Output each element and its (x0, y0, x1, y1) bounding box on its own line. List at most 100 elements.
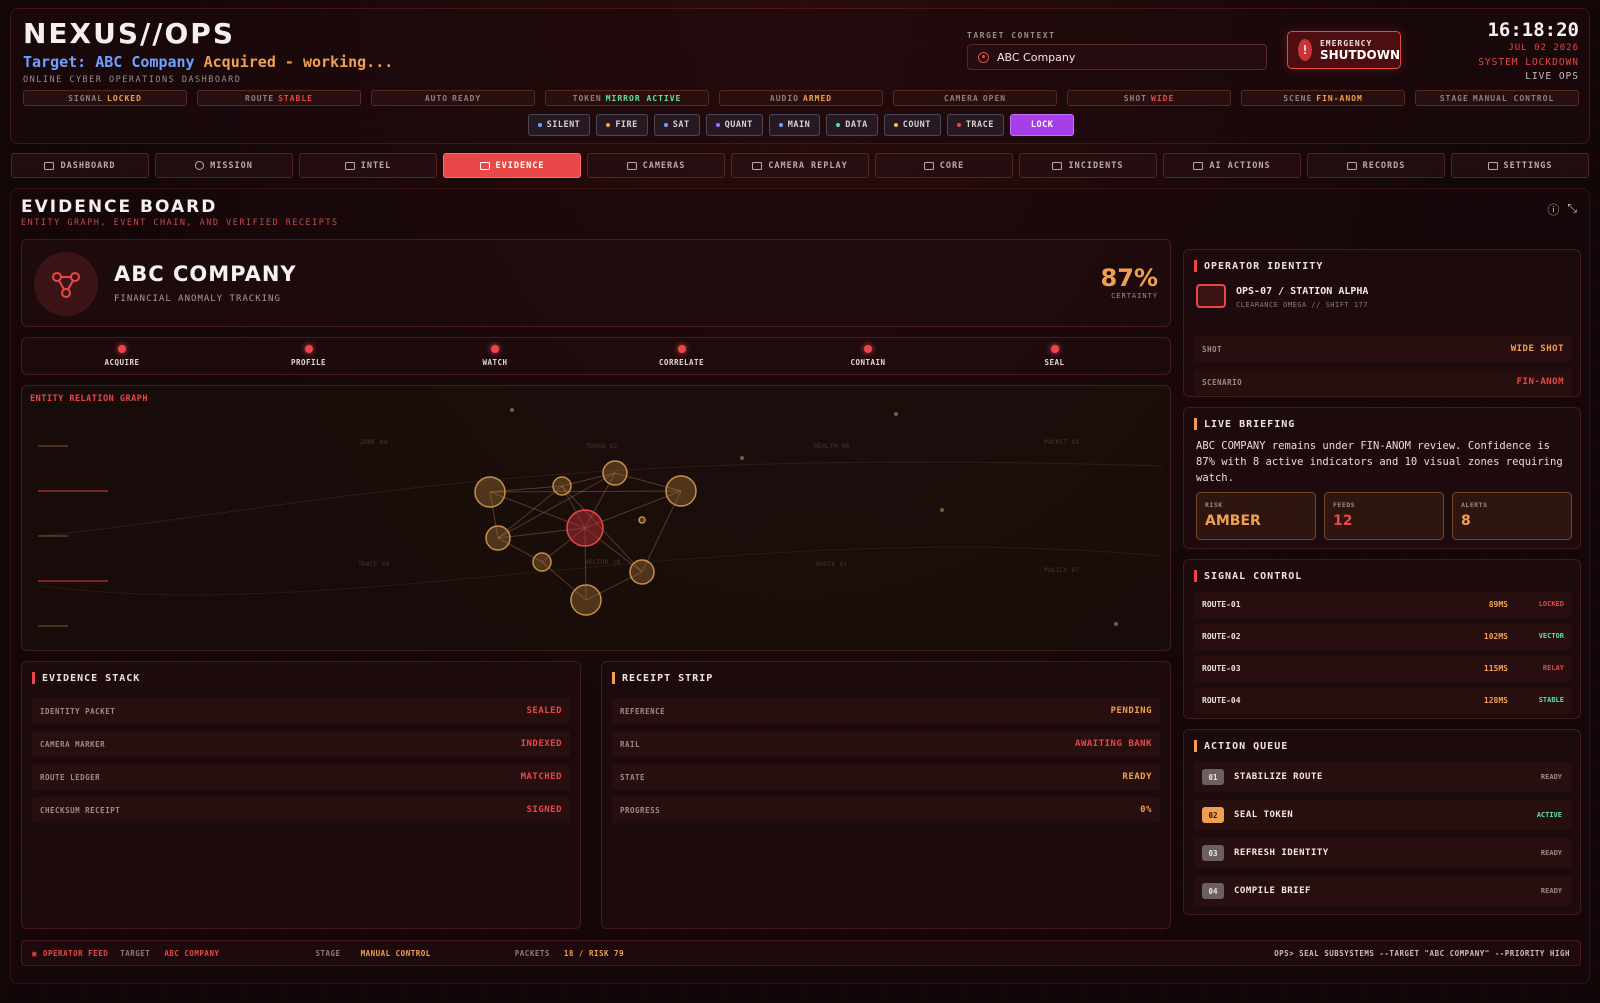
receipt-row-status: READY (1122, 772, 1152, 782)
certainty-readout: 87% CERTAINTY (1101, 264, 1158, 300)
queue-item-number: 04 (1202, 883, 1224, 899)
mode-button-fire[interactable]: FIRE (596, 114, 648, 136)
status-chip-key: ROUTE (245, 93, 275, 103)
tab-mission[interactable]: MISSION (155, 153, 293, 178)
route-latency: 115MS (1483, 664, 1508, 673)
route-row-route-02[interactable]: ROUTE-02 102MS VECTOR (1194, 624, 1572, 650)
tab-label: DASHBOARD (60, 160, 116, 171)
emergency-shutdown-button[interactable]: ! EMERGENCY SHUTDOWN (1287, 31, 1401, 69)
status-chip-key: SHOT (1123, 93, 1147, 103)
graph-zone-label: VECTOR 18 (585, 558, 620, 566)
live-ops-status: LIVE OPS (1525, 71, 1579, 82)
queue-item-number: 03 (1202, 845, 1224, 861)
status-chip-key: TOKEN (572, 93, 602, 103)
id-card-icon (1196, 284, 1226, 308)
briefing-text: ABC COMPANY remains under FIN-ANOM revie… (1196, 440, 1563, 484)
mode-button-count[interactable]: COUNT (883, 114, 941, 136)
queue-item-status: READY (1540, 887, 1562, 895)
mode-button-lock[interactable]: LOCK (1009, 114, 1075, 136)
info-icon[interactable]: ⓘ (1547, 201, 1559, 218)
receipt-row: REFERENCE PENDING (612, 698, 1160, 724)
operator-identity-title: OPERATOR IDENTITY (1204, 260, 1324, 272)
tab-core[interactable]: CORE (875, 153, 1013, 178)
status-chip-key: SIGNAL (68, 93, 103, 103)
queue-item[interactable]: 03 REFRESH IDENTITY READY (1194, 838, 1572, 868)
receipt-row: STATE READY (612, 764, 1160, 790)
tab-label: AI ACTIONS (1209, 160, 1271, 171)
shield-icon (1193, 161, 1204, 170)
step-label: WATCH (482, 358, 508, 367)
briefing-tiles: RISK AMBER FEEDS 12 ALERTS 8 (1196, 492, 1572, 540)
section-marker (1194, 418, 1197, 430)
mode-button-sat[interactable]: SAT (653, 114, 700, 136)
evidence-row-status: SEALED (526, 706, 562, 716)
route-row-route-04[interactable]: ROUTE-04 128MS STABLE (1194, 688, 1572, 714)
live-briefing-header: LIVE BRIEFING (1194, 418, 1295, 430)
status-chip-row: SIGNAL LOCKED ROUTE STABLE AUTO READY TOKEN MIR… (23, 90, 1579, 106)
top-header: NEXUS//OPS Target: ABC Company Acquired … (10, 8, 1590, 144)
graph-trace-line (41, 546, 1163, 596)
queue-item[interactable]: 02 SEAL TOKEN ACTIVE (1194, 800, 1572, 830)
status-chip-key: CAMERA (943, 93, 979, 103)
tab-camera-replay[interactable]: CAMERA REPLAY (731, 153, 869, 178)
status-dot-icon (537, 123, 542, 127)
tab-label: INTEL (360, 160, 392, 171)
tab-cameras[interactable]: CAMERAS (587, 153, 725, 178)
tab-label: CAMERA REPLAY (768, 160, 848, 171)
mode-button-silent[interactable]: SILENT (527, 114, 591, 136)
route-status: VECTOR (1538, 632, 1564, 640)
evidence-row-status: MATCHED (520, 772, 562, 782)
expand-icon[interactable]: ⤡ (1567, 201, 1577, 218)
step-label: PROFILE (290, 358, 327, 367)
tab-label: EVIDENCE (495, 160, 545, 171)
step-indicator (1050, 345, 1059, 353)
graph-node (552, 476, 572, 496)
mode-button-trace[interactable]: TRACE (946, 114, 1004, 136)
tab-ai-actions[interactable]: AI ACTIONS (1163, 153, 1301, 178)
mode-button-data[interactable]: DATA (826, 114, 878, 136)
tab-incidents[interactable]: INCIDENTS (1019, 153, 1157, 178)
queue-item-status: READY (1540, 773, 1562, 781)
tab-intel[interactable]: INTEL (299, 153, 437, 178)
sliders-icon (1487, 161, 1498, 170)
target-context-input[interactable]: ABC Company (967, 44, 1267, 70)
receipt-row-key: PROGRESS (620, 805, 661, 815)
step-label: CORRELATE (658, 358, 705, 367)
queue-item[interactable]: 01 STABILIZE ROUTE READY (1194, 762, 1572, 792)
step-contain: CONTAIN (808, 345, 928, 367)
mode-button-quant[interactable]: QUANT (705, 114, 763, 136)
evidence-stack-title: EVIDENCE STACK (42, 672, 141, 684)
receipt-strip-title: RECEIPT STRIP (622, 672, 714, 684)
status-chip-key: SCENE (1283, 93, 1313, 103)
graph-zone-label: ROUTE 61 (816, 560, 847, 568)
tab-dashboard[interactable]: DASHBOARD (11, 153, 149, 178)
step-profile: PROFILE (249, 345, 369, 367)
feed-stage-key: STAGE (315, 948, 341, 958)
tab-records[interactable]: RECORDS (1307, 153, 1445, 178)
dashboard-subtitle: ONLINE CYBER OPERATIONS DASHBOARD (23, 75, 242, 85)
receipt-row-status: AWAITING BANK (1075, 739, 1152, 749)
queue-item-status: READY (1540, 849, 1562, 857)
graph-node-primary (566, 509, 604, 547)
tab-label: CORE (939, 160, 965, 171)
mode-button-label: MAIN (787, 120, 811, 130)
mode-button-main[interactable]: MAIN (768, 114, 821, 136)
receipt-row-key: STATE (620, 772, 646, 782)
route-latency: 102MS (1483, 632, 1508, 641)
status-chip-value: FIN-ANOM (1316, 93, 1363, 103)
queue-item[interactable]: 04 COMPILE BRIEF READY (1194, 876, 1572, 906)
step-correlate: CORRELATE (622, 345, 742, 367)
route-row-route-03[interactable]: ROUTE-03 115MS RELAY (1194, 656, 1572, 682)
graph-edge (489, 490, 682, 493)
feed-command-line: OPS> SEAL SUBSYSTEMS --TARGET "ABC COMPA… (1274, 948, 1570, 958)
live-briefing-panel: LIVE BRIEFING ABC COMPANY remains under … (1183, 407, 1581, 549)
mode-button-label: TRACE (965, 120, 994, 130)
route-row-route-01[interactable]: ROUTE-01 89MS LOCKED (1194, 592, 1572, 618)
target-status: Acquired - working... (203, 53, 394, 71)
status-chip-value: OPEN (982, 93, 1007, 103)
action-queue-title: ACTION QUEUE (1204, 740, 1289, 752)
tab-settings[interactable]: SETTINGS (1451, 153, 1589, 178)
operator-identity-panel: OPERATOR IDENTITY OPS-07 / STATION ALPHA… (1183, 249, 1581, 397)
tab-evidence[interactable]: EVIDENCE (443, 153, 581, 178)
system-lockdown-status: SYSTEM LOCKDOWN (1478, 57, 1579, 68)
